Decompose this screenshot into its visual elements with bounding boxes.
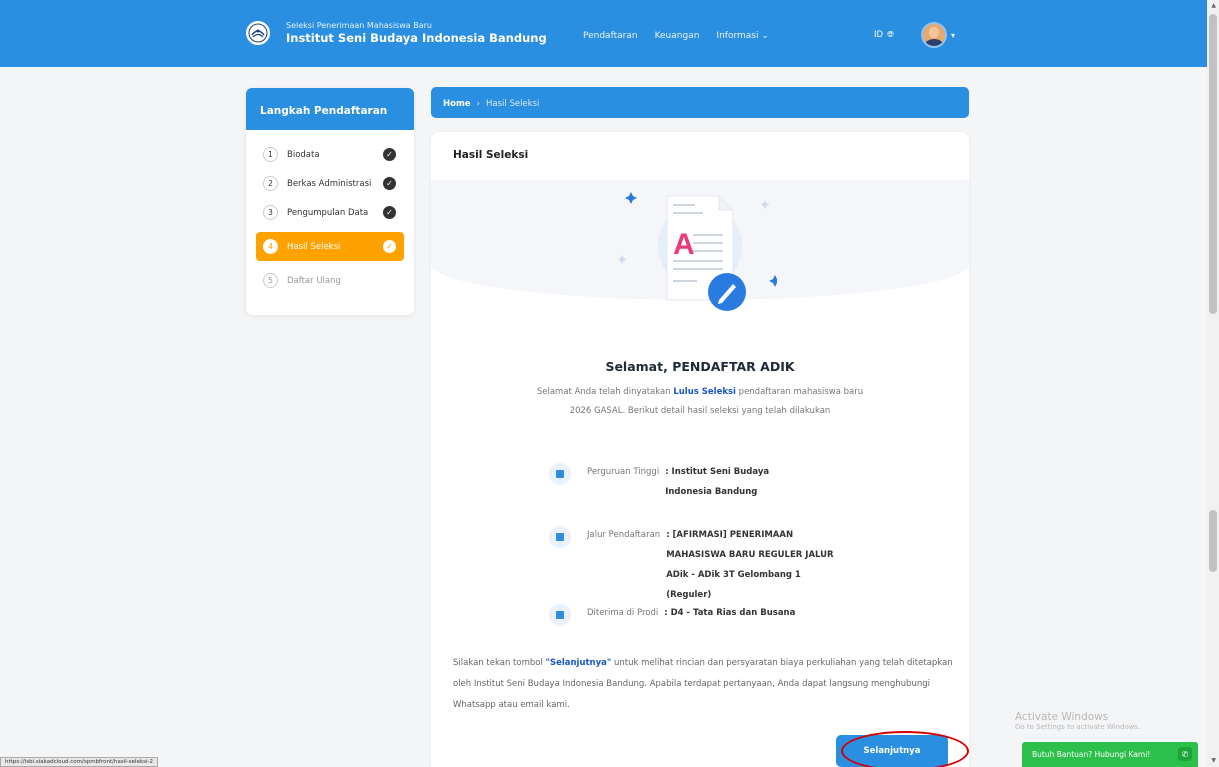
registration-steps-panel: Langkah Pendaftaran 1 Biodata ✓ 2 Berkas… xyxy=(246,88,414,315)
step-number: 2 xyxy=(263,176,278,191)
help-label: Butuh Bantuan? Hubungi Kami! xyxy=(1032,750,1151,759)
check-icon: ✓ xyxy=(383,240,396,253)
top-navbar: Seleksi Penerimaan Mahasiswa Baru Instit… xyxy=(0,0,1207,67)
breadcrumb-current: Hasil Seleksi xyxy=(485,99,540,109)
folder-icon xyxy=(549,604,571,626)
detail-jalur-pendaftaran: Jalur Pendaftaran : [AFIRMASI] PENERIMAA… xyxy=(549,526,848,605)
whatsapp-icon: ✆ xyxy=(1178,747,1192,761)
globe-icon: 🌐︎ xyxy=(887,30,894,40)
highlight-annotation xyxy=(841,731,969,767)
closing-highlight: "Selanjutnya" xyxy=(545,658,612,668)
chevron-down-icon: ⌄ xyxy=(761,31,769,41)
result-card: Hasil Seleksi A Selamat, PENDAFTAR ADIK … xyxy=(431,132,969,767)
page-scrollbar[interactable]: ▲ ▼ xyxy=(1207,0,1219,767)
detail-perguruan-tinggi: Perguruan Tinggi : Institut Seni Budaya … xyxy=(549,463,815,502)
language-label: ID xyxy=(874,30,884,40)
step-number: 4 xyxy=(263,239,278,254)
step-pengumpulan-data[interactable]: 3 Pengumpulan Data ✓ xyxy=(256,198,404,227)
step-label: Berkas Administrasi xyxy=(287,178,372,189)
language-switcher[interactable]: ID 🌐︎ xyxy=(874,30,894,40)
step-label: Biodata xyxy=(287,149,320,160)
step-label: Hasil Seleksi xyxy=(287,241,341,252)
scroll-thumb[interactable] xyxy=(1209,510,1217,572)
status-bar-url: https://isbi.siakadcloud.com/spmbfront/h… xyxy=(0,757,158,767)
result-description: Selamat Anda telah dinyatakan Lulus Sele… xyxy=(535,383,865,421)
check-icon: ✓ xyxy=(383,177,396,190)
windows-activation-watermark: Activate Windows Go to Settings to activ… xyxy=(1015,711,1140,731)
page-title: Hasil Seleksi xyxy=(453,149,529,161)
user-menu[interactable]: ▾ xyxy=(921,22,955,48)
detail-value: : Institut Seni Budaya Indonesia Bandung xyxy=(665,467,770,497)
check-icon: ✓ xyxy=(383,206,396,219)
scroll-down-icon[interactable]: ▼ xyxy=(1211,757,1216,764)
detail-label: Jalur Pendaftaran xyxy=(587,530,661,540)
institution-logo-icon xyxy=(246,21,270,45)
detail-value: : D4 - Tata Rias dan Busana xyxy=(664,608,796,618)
desc-highlight: Lulus Seleksi xyxy=(673,387,736,397)
step-number: 5 xyxy=(263,273,278,288)
nav-pendaftaran[interactable]: Pendaftaran xyxy=(583,31,638,41)
avatar xyxy=(921,22,947,48)
scroll-up-icon[interactable]: ▲ xyxy=(1211,2,1216,9)
detail-label: Perguruan Tinggi xyxy=(587,467,660,477)
brand[interactable]: Seleksi Penerimaan Mahasiswa Baru Instit… xyxy=(246,20,547,46)
nav-informasi[interactable]: Informasi ⌄ xyxy=(716,31,768,41)
file-icon xyxy=(549,526,571,548)
check-icon: ✓ xyxy=(383,148,396,161)
detail-prodi: Diterima di Prodi : D4 - Tata Rias dan B… xyxy=(549,604,844,626)
brand-subtitle: Seleksi Penerimaan Mahasiswa Baru xyxy=(286,21,432,30)
desc-text: Selamat Anda telah dinyatakan xyxy=(536,387,674,397)
chevron-down-icon: ▾ xyxy=(951,30,956,40)
sidebar-title: Langkah Pendaftaran xyxy=(246,88,414,130)
nav-keuangan[interactable]: Keuangan xyxy=(655,31,700,41)
home-icon xyxy=(549,463,571,485)
congratulation-headline: Selamat, PENDAFTAR ADIK xyxy=(605,359,795,374)
breadcrumb: Home › Hasil Seleksi xyxy=(431,87,969,118)
step-number: 3 xyxy=(263,205,278,220)
brand-title: Institut Seni Budaya Indonesia Bandung xyxy=(286,31,547,45)
step-label: Daftar Ulang xyxy=(287,275,341,286)
svg-text:A: A xyxy=(673,228,695,261)
step-number: 1 xyxy=(263,147,278,162)
whatsapp-help-button[interactable]: Butuh Bantuan? Hubungi Kami! ✆ xyxy=(1022,742,1198,767)
step-berkas-administrasi[interactable]: 2 Berkas Administrasi ✓ xyxy=(256,169,404,198)
activate-subtitle: Go to Settings to activate Windows. xyxy=(1015,723,1141,731)
step-biodata[interactable]: 1 Biodata ✓ xyxy=(256,140,404,169)
detail-value: : [AFIRMASI] PENERIMAAN MAHASISWA BARU R… xyxy=(666,530,834,600)
detail-label: Diterima di Prodi xyxy=(587,608,659,618)
main-nav: Pendaftaran Keuangan Informasi ⌄ xyxy=(583,31,769,41)
breadcrumb-separator: › xyxy=(476,99,480,109)
scroll-thumb[interactable] xyxy=(1209,14,1217,314)
document-illustration-icon: A xyxy=(617,192,777,311)
closing-instructions: Silakan tekan tombol "Selanjutnya" untuk… xyxy=(453,653,953,716)
step-hasil-seleksi[interactable]: 4 Hasil Seleksi ✓ xyxy=(256,232,404,261)
activate-title: Activate Windows xyxy=(1015,711,1109,723)
step-label: Pengumpulan Data xyxy=(287,207,369,218)
nav-informasi-label: Informasi xyxy=(716,31,759,41)
closing-text: Silakan tekan tombol xyxy=(453,658,546,668)
breadcrumb-home[interactable]: Home xyxy=(443,99,471,118)
step-daftar-ulang[interactable]: 5 Daftar Ulang xyxy=(256,266,404,295)
